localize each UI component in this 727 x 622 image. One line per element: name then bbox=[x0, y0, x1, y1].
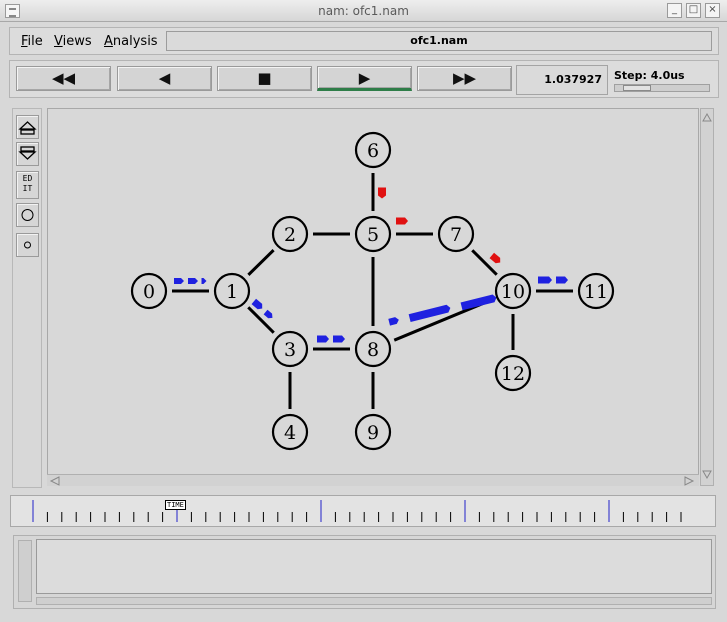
fast-forward-button[interactable]: ▶▶ bbox=[417, 66, 512, 91]
node-label-11: 11 bbox=[584, 281, 608, 303]
vertical-scrollbar[interactable] bbox=[700, 108, 714, 486]
packet bbox=[460, 294, 497, 311]
zoom-in-button[interactable] bbox=[16, 115, 39, 139]
node-label-8: 8 bbox=[367, 339, 379, 361]
horizontal-scrollbar[interactable] bbox=[47, 474, 699, 486]
node-label-1: 1 bbox=[226, 281, 238, 303]
packet bbox=[378, 187, 386, 199]
menu-views[interactable]: Views bbox=[54, 34, 92, 49]
step-label: Step: 4.0us bbox=[614, 69, 685, 82]
packet bbox=[556, 276, 568, 284]
packet bbox=[538, 276, 552, 284]
node-label-7: 7 bbox=[450, 224, 462, 246]
packet bbox=[188, 278, 198, 284]
network-canvas[interactable]: 0 1 2 3 4 5 6 7 8 9 10 11 12 bbox=[47, 108, 699, 486]
tool-palette: ED IT bbox=[12, 108, 42, 488]
large-node-button[interactable] bbox=[16, 203, 39, 227]
minimize-icon[interactable]: _ bbox=[667, 3, 682, 18]
packet bbox=[396, 217, 408, 225]
node-label-4: 4 bbox=[284, 422, 296, 444]
packet bbox=[251, 298, 263, 310]
time-ticks bbox=[32, 500, 682, 522]
step-slider[interactable] bbox=[614, 84, 710, 92]
horizontal-scroll-arrows bbox=[49, 476, 695, 486]
zoom-out-icon bbox=[18, 146, 37, 160]
link-7-10 bbox=[471, 249, 498, 276]
file-name-field: ofc1.nam bbox=[166, 31, 712, 51]
step-back-button[interactable]: ◀ bbox=[117, 66, 212, 91]
packet bbox=[174, 278, 184, 284]
time-marker-label: TIME bbox=[167, 501, 184, 509]
node-label-3: 3 bbox=[284, 339, 296, 361]
node-label-9: 9 bbox=[367, 422, 379, 444]
menu-analysis[interactable]: Analysis bbox=[104, 34, 158, 49]
packet bbox=[263, 309, 273, 319]
node-label-0: 0 bbox=[143, 281, 155, 303]
annotation-panel bbox=[13, 535, 716, 609]
node-label-2: 2 bbox=[284, 224, 296, 246]
vertical-scroll-arrows bbox=[702, 112, 712, 480]
link-1-2 bbox=[247, 249, 275, 276]
time-slider-thumb[interactable]: TIME bbox=[165, 500, 186, 510]
stop-button[interactable]: ■ bbox=[217, 66, 312, 91]
node-label-10: 10 bbox=[501, 281, 525, 303]
node-label-5: 5 bbox=[367, 224, 379, 246]
edit-label: ED IT bbox=[22, 174, 33, 193]
annotation-text-area[interactable] bbox=[36, 539, 712, 594]
time-slider[interactable]: TIME bbox=[10, 495, 716, 527]
small-node-button[interactable] bbox=[16, 233, 39, 257]
simulation-time: 1.037927 bbox=[516, 65, 608, 95]
node-label-6: 6 bbox=[367, 140, 379, 162]
edit-button[interactable]: ED IT bbox=[16, 171, 39, 199]
zoom-in-icon bbox=[18, 121, 37, 135]
annotation-horizontal-scrollbar[interactable] bbox=[36, 597, 712, 605]
zoom-out-button[interactable] bbox=[16, 142, 39, 166]
network-graph: 0 12345678910 1112 bbox=[130, 131, 615, 451]
packet bbox=[333, 335, 345, 343]
menu-bar: File Views Analysis ofc1.nam bbox=[9, 27, 719, 55]
window-title: nam: ofc1.nam bbox=[318, 4, 409, 18]
link-1-3 bbox=[247, 306, 275, 334]
close-icon[interactable]: × bbox=[705, 3, 720, 18]
play-button[interactable]: ▶ bbox=[317, 66, 412, 91]
maximize-icon[interactable]: □ bbox=[686, 3, 701, 18]
node-label-12: 12 bbox=[501, 363, 525, 385]
large-circle-icon bbox=[21, 209, 34, 221]
rewind-button[interactable]: ◀◀ bbox=[16, 66, 111, 91]
playback-controls: ◀◀ ◀ ■ ▶ ▶▶ 1.037927 Step: 4.0us bbox=[9, 60, 719, 98]
packet bbox=[201, 278, 207, 284]
small-circle-icon bbox=[24, 241, 31, 249]
packet bbox=[388, 317, 399, 326]
packet bbox=[317, 335, 329, 343]
menu-file[interactable]: File bbox=[21, 34, 43, 49]
title-bar: nam: ofc1.nam _ □ × bbox=[0, 0, 727, 22]
annotation-vertical-scrollbar[interactable] bbox=[18, 540, 32, 602]
packet bbox=[489, 252, 501, 264]
step-slider-thumb[interactable] bbox=[623, 85, 651, 91]
